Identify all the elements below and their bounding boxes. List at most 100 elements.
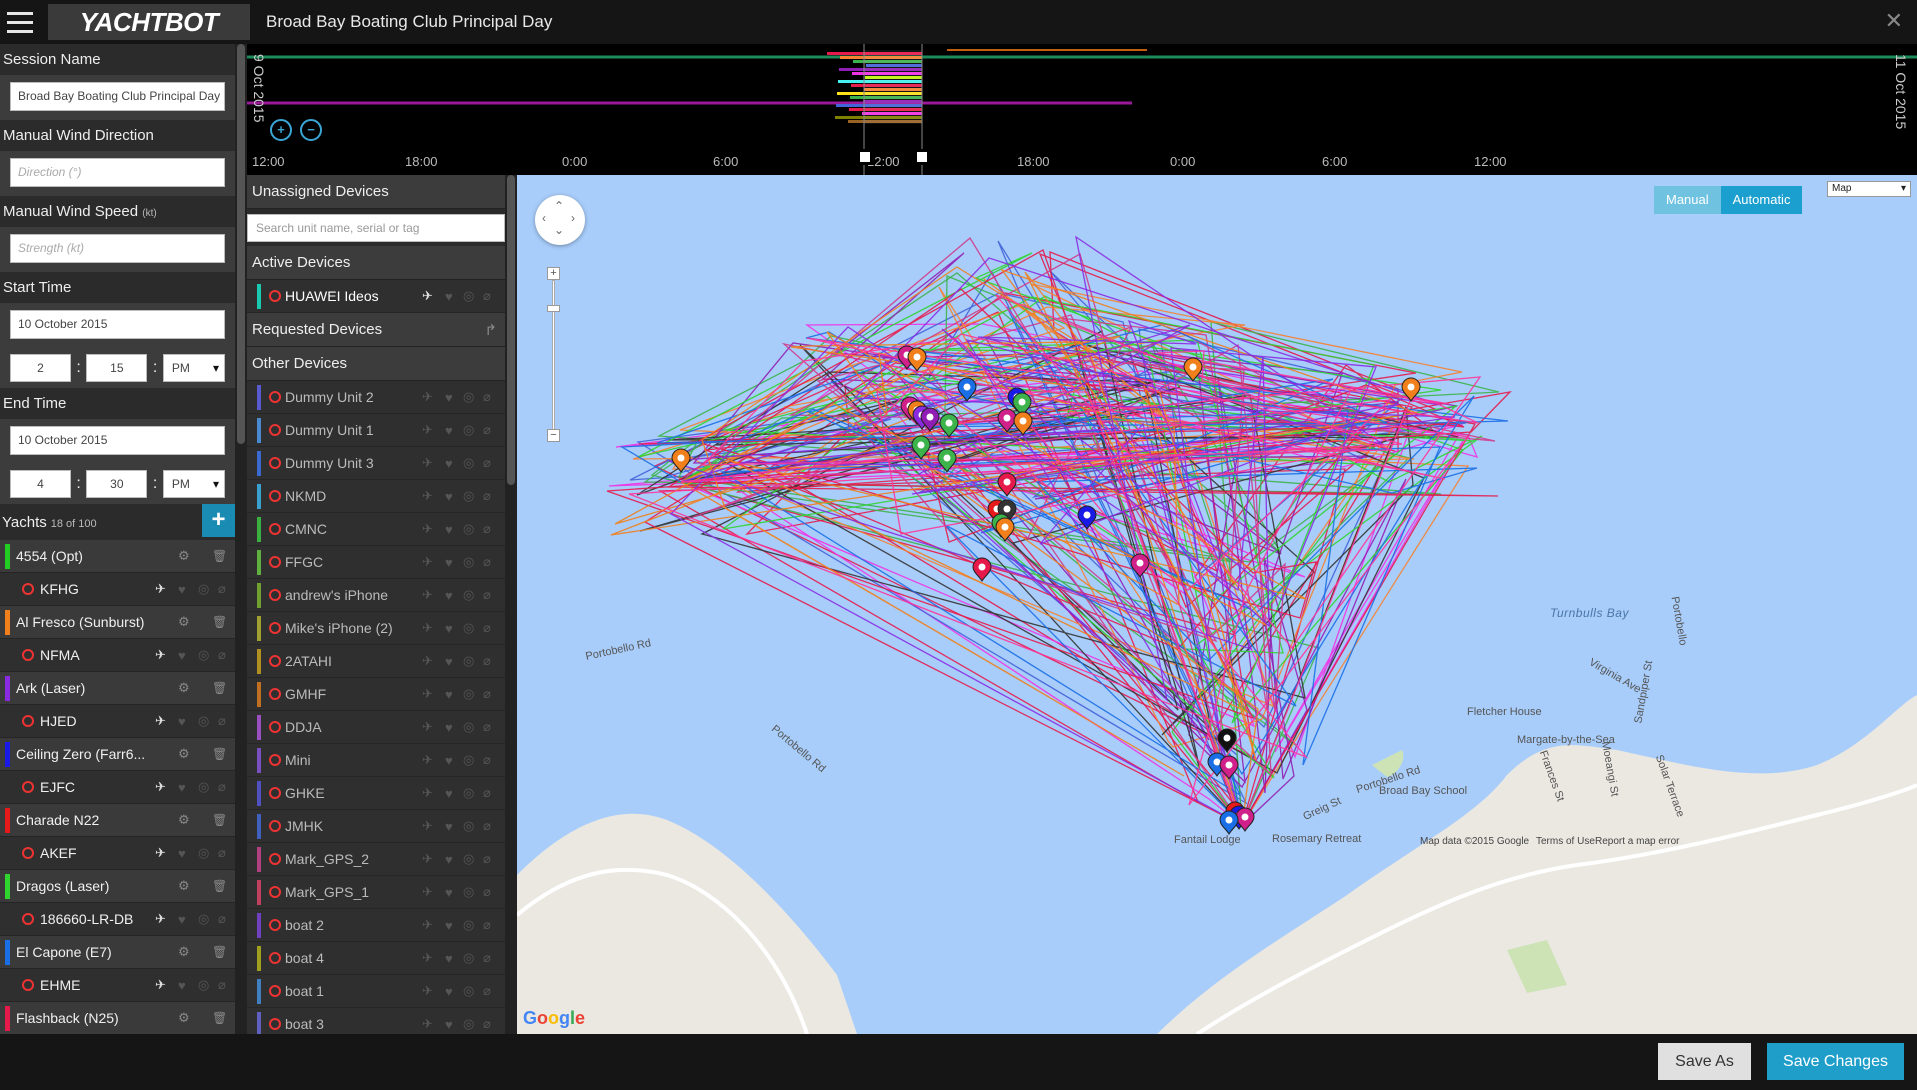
map-zoom-slider[interactable]: + − xyxy=(544,267,562,482)
gear-icon[interactable]: ⚙ xyxy=(178,746,190,762)
trash-icon[interactable]: 🗑 xyxy=(212,945,227,959)
device-row[interactable]: GHKE ✈ ♥ ◎ ⌀ xyxy=(247,777,505,810)
pin-icon[interactable]: ⌀ xyxy=(218,647,226,663)
sidebar-scroll-thumb[interactable] xyxy=(237,44,245,444)
heart-icon[interactable]: ♥ xyxy=(445,918,453,933)
target-icon[interactable]: ◎ xyxy=(463,521,474,537)
device-row[interactable]: DDJA ✈ ♥ ◎ ⌀ xyxy=(247,711,505,744)
yacht-device-row[interactable]: NFMA ✈ ♥ ◎ ⌀ xyxy=(0,639,235,672)
pin-icon[interactable]: ⌀ xyxy=(483,455,491,471)
pan-up-icon[interactable]: ⌃ xyxy=(554,199,564,213)
satellite-icon[interactable]: ✈ xyxy=(422,785,433,801)
yacht-device-row[interactable]: EHME ✈ ♥ ◎ ⌀ xyxy=(0,969,235,1002)
satellite-icon[interactable]: ✈ xyxy=(422,488,433,504)
satellite-icon[interactable]: ✈ xyxy=(422,455,433,471)
satellite-icon[interactable]: ✈ xyxy=(422,818,433,834)
target-icon[interactable]: ◎ xyxy=(463,785,474,801)
map-pan-control[interactable]: ⌃ ⌄ ‹ › xyxy=(535,195,585,245)
gear-icon[interactable]: ⚙ xyxy=(178,1010,190,1026)
pin-icon[interactable]: ⌀ xyxy=(218,977,226,993)
end-hour-input[interactable]: 4 xyxy=(10,470,71,498)
device-row[interactable]: andrew's iPhone ✈ ♥ ◎ ⌀ xyxy=(247,579,505,612)
heart-icon[interactable]: ♥ xyxy=(178,714,186,729)
target-icon[interactable]: ◎ xyxy=(198,845,209,861)
save-as-button[interactable]: Save As xyxy=(1658,1043,1751,1080)
map[interactable]: ⌃ ⌄ ‹ › + − Manual Automatic Map Portobe… xyxy=(517,175,1917,1034)
requested-devices-header[interactable]: Requested Devices ↱ xyxy=(247,313,505,347)
target-icon[interactable]: ◎ xyxy=(463,620,474,636)
satellite-icon[interactable]: ✈ xyxy=(422,752,433,768)
gear-icon[interactable]: ⚙ xyxy=(178,812,190,828)
share-icon[interactable]: ↱ xyxy=(484,321,497,339)
target-icon[interactable]: ◎ xyxy=(463,752,474,768)
satellite-icon[interactable]: ✈ xyxy=(422,686,433,702)
yacht-row[interactable]: Dragos (Laser) ⚙ 🗑 xyxy=(0,870,235,903)
satellite-icon[interactable]: ✈ xyxy=(422,389,433,405)
timeline-zoom-out-icon[interactable]: − xyxy=(300,119,322,141)
pin-icon[interactable]: ⌀ xyxy=(483,554,491,570)
pin-icon[interactable]: ⌀ xyxy=(483,719,491,735)
pin-icon[interactable]: ⌀ xyxy=(218,779,226,795)
satellite-icon[interactable]: ✈ xyxy=(422,851,433,867)
pin-icon[interactable]: ⌀ xyxy=(483,389,491,405)
pin-icon[interactable]: ⌀ xyxy=(483,521,491,537)
device-row[interactable]: Mark_GPS_2 ✈ ♥ ◎ ⌀ xyxy=(247,843,505,876)
gear-icon[interactable]: ⚙ xyxy=(178,878,190,894)
wind-speed-input[interactable]: Strength (kt) xyxy=(10,234,225,263)
other-devices-header[interactable]: Other Devices xyxy=(247,347,505,381)
pin-icon[interactable]: ⌀ xyxy=(483,983,491,999)
zoom-thumb[interactable] xyxy=(547,305,560,312)
device-row[interactable]: NKMD ✈ ♥ ◎ ⌀ xyxy=(247,480,505,513)
yacht-row[interactable]: El Capone (E7) ⚙ 🗑 xyxy=(0,936,235,969)
add-yacht-button[interactable]: + xyxy=(202,504,235,537)
pin-icon[interactable]: ⌀ xyxy=(483,950,491,966)
heart-icon[interactable]: ♥ xyxy=(445,786,453,801)
satellite-icon[interactable]: ✈ xyxy=(155,845,166,861)
device-row[interactable]: Dummy Unit 3 ✈ ♥ ◎ ⌀ xyxy=(247,447,505,480)
target-icon[interactable]: ◎ xyxy=(198,581,209,597)
yacht-row[interactable]: Al Fresco (Sunburst) ⚙ 🗑 xyxy=(0,606,235,639)
device-row[interactable]: boat 3 ✈ ♥ ◎ ⌀ xyxy=(247,1008,505,1034)
heart-icon[interactable]: ♥ xyxy=(445,456,453,471)
device-row[interactable]: FFGC ✈ ♥ ◎ ⌀ xyxy=(247,546,505,579)
device-row[interactable]: CMNC ✈ ♥ ◎ ⌀ xyxy=(247,513,505,546)
trash-icon[interactable]: 🗑 xyxy=(212,747,227,761)
pin-icon[interactable]: ⌀ xyxy=(483,785,491,801)
manual-mode-button[interactable]: Manual xyxy=(1654,186,1721,214)
yacht-device-row[interactable]: EJFC ✈ ♥ ◎ ⌀ xyxy=(0,771,235,804)
heart-icon[interactable]: ♥ xyxy=(445,588,453,603)
end-date-input[interactable]: 10 October 2015 xyxy=(10,426,225,455)
satellite-icon[interactable]: ✈ xyxy=(422,554,433,570)
menu-icon[interactable] xyxy=(0,0,40,44)
target-icon[interactable]: ◎ xyxy=(463,1016,474,1032)
satellite-icon[interactable]: ✈ xyxy=(422,620,433,636)
satellite-icon[interactable]: ✈ xyxy=(155,581,166,597)
pan-down-icon[interactable]: ⌄ xyxy=(554,223,564,237)
trash-icon[interactable]: 🗑 xyxy=(212,549,227,563)
satellite-icon[interactable]: ✈ xyxy=(155,779,166,795)
target-icon[interactable]: ◎ xyxy=(463,851,474,867)
device-row[interactable]: Dummy Unit 1 ✈ ♥ ◎ ⌀ xyxy=(247,414,505,447)
heart-icon[interactable]: ♥ xyxy=(178,780,186,795)
satellite-icon[interactable]: ✈ xyxy=(422,719,433,735)
yacht-row[interactable]: Ceiling Zero (Farr6... ⚙ 🗑 xyxy=(0,738,235,771)
target-icon[interactable]: ◎ xyxy=(463,653,474,669)
gear-icon[interactable]: ⚙ xyxy=(178,944,190,960)
target-icon[interactable]: ◎ xyxy=(463,288,474,304)
target-icon[interactable]: ◎ xyxy=(463,554,474,570)
target-icon[interactable]: ◎ xyxy=(463,422,474,438)
pin-icon[interactable]: ⌀ xyxy=(483,488,491,504)
satellite-icon[interactable]: ✈ xyxy=(422,1016,433,1032)
heart-icon[interactable]: ♥ xyxy=(445,390,453,405)
satellite-icon[interactable]: ✈ xyxy=(422,950,433,966)
satellite-icon[interactable]: ✈ xyxy=(155,647,166,663)
target-icon[interactable]: ◎ xyxy=(463,719,474,735)
close-icon[interactable]: ✕ xyxy=(1885,8,1903,34)
trash-icon[interactable]: 🗑 xyxy=(212,813,227,827)
heart-icon[interactable]: ♥ xyxy=(445,522,453,537)
pin-icon[interactable]: ⌀ xyxy=(483,587,491,603)
pin-icon[interactable]: ⌀ xyxy=(483,818,491,834)
yacht-device-row[interactable]: AKEF ✈ ♥ ◎ ⌀ xyxy=(0,837,235,870)
target-icon[interactable]: ◎ xyxy=(463,917,474,933)
target-icon[interactable]: ◎ xyxy=(463,587,474,603)
